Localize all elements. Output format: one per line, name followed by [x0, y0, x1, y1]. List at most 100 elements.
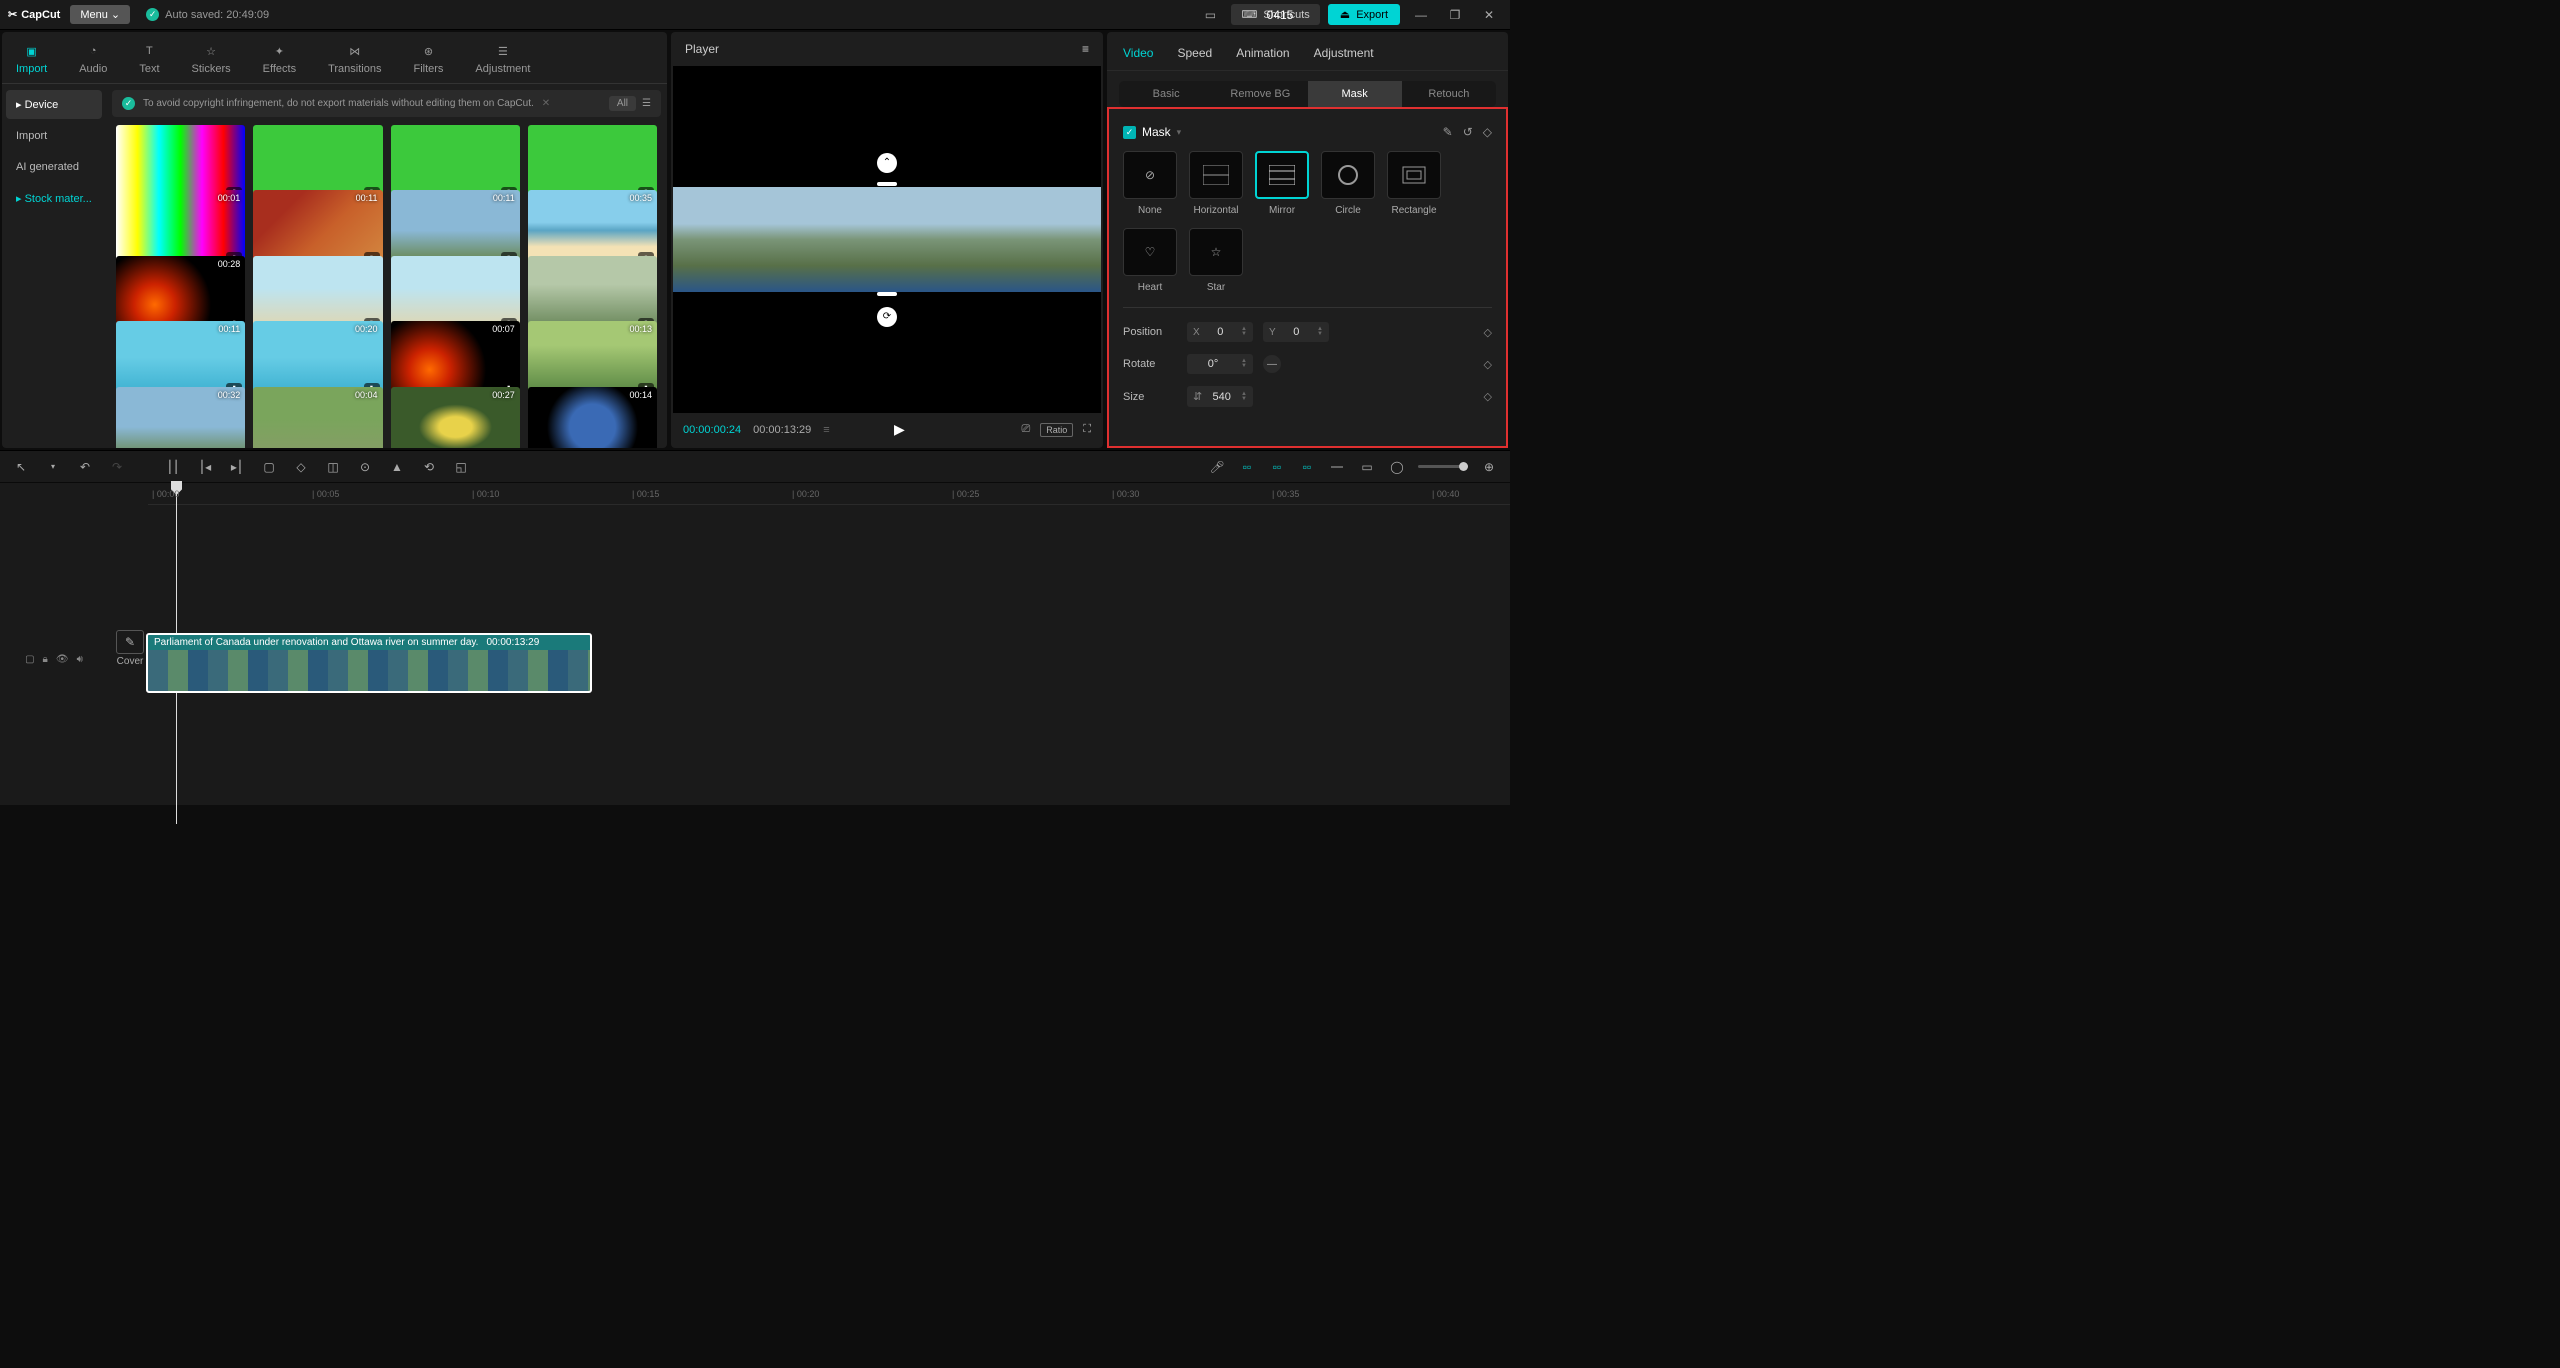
media-duration: 00:04 — [355, 390, 378, 400]
menu-button[interactable]: Menu ⌄ — [70, 5, 130, 24]
crop-tool[interactable]: ◫ — [324, 460, 342, 474]
track-visible-icon[interactable]: 👁 — [56, 654, 69, 665]
media-thumbnail[interactable]: 00:04⬇ — [253, 387, 382, 448]
stepper-icon[interactable]: ▲▼ — [1241, 327, 1247, 337]
filter-all-button[interactable]: All — [609, 96, 636, 111]
close-warning-icon[interactable]: ✕ — [542, 98, 550, 109]
mask-star[interactable]: ☆ — [1189, 228, 1243, 276]
media-thumbnail[interactable]: 00:32⬇ — [116, 387, 245, 448]
keyframe-rotate-icon[interactable]: ◇ — [1484, 358, 1492, 371]
undo-button[interactable]: ↶ — [76, 460, 94, 474]
rotate-dial[interactable]: — — [1263, 355, 1281, 373]
mask-mirror[interactable] — [1255, 151, 1309, 199]
tab-adjustment[interactable]: ☰Adjustment — [469, 38, 536, 83]
mask-circle[interactable] — [1321, 151, 1375, 199]
sidebar-item-import[interactable]: Import — [6, 122, 102, 150]
minimize-button[interactable]: — — [1408, 5, 1434, 25]
subtab-basic[interactable]: Basic — [1119, 81, 1213, 107]
subtab-mask[interactable]: Mask — [1308, 81, 1402, 107]
marker-tool[interactable]: ◇ — [292, 460, 310, 474]
close-button[interactable]: ✕ — [1476, 5, 1502, 25]
mask-top-handle[interactable]: ⌃ — [877, 153, 897, 173]
tab-import[interactable]: ▣Import — [10, 38, 53, 83]
media-thumbnail[interactable]: 00:14⬇ — [528, 387, 657, 448]
mic-icon[interactable]: 🎤︎ — [1208, 460, 1226, 474]
filter-icon[interactable]: ☰ — [642, 98, 651, 109]
reverse-tool[interactable]: ⊙ — [356, 460, 374, 474]
redo-button[interactable]: ↷ — [108, 460, 126, 474]
tab-filters[interactable]: ⊛Filters — [407, 38, 449, 83]
video-clip[interactable]: Parliament of Canada under renovation an… — [146, 633, 592, 693]
subtab-removebg[interactable]: Remove BG — [1213, 81, 1307, 107]
preview-icon[interactable]: ▭ — [1358, 460, 1376, 474]
chevron-down-icon[interactable]: ▾ — [1177, 127, 1182, 138]
player-menu-icon[interactable]: ≡ — [1082, 42, 1089, 56]
snap-icon[interactable]: ▫▫ — [1238, 460, 1256, 474]
zoom-fit-icon[interactable]: ⊕ — [1480, 460, 1498, 474]
tab-stickers[interactable]: ☆Stickers — [186, 38, 237, 83]
stepper-icon[interactable]: ▲▼ — [1241, 392, 1247, 402]
mask-heart[interactable]: ♡ — [1123, 228, 1177, 276]
link-icon[interactable]: ▫▫ — [1298, 460, 1316, 474]
sidebar-item-ai[interactable]: AI generated — [6, 153, 102, 181]
play-button[interactable]: ▶ — [894, 421, 905, 438]
player-viewport[interactable]: ⌃ ⟳ — [673, 66, 1101, 413]
media-thumbnail[interactable]: 00:27⬇ — [391, 387, 520, 448]
tab-speed[interactable]: Speed — [1177, 46, 1212, 60]
tab-adjustment-inspector[interactable]: Adjustment — [1314, 46, 1374, 60]
pointer-tool[interactable]: ↖ — [12, 460, 30, 474]
keyframe-position-icon[interactable]: ◇ — [1484, 326, 1492, 339]
dropdown-icon[interactable]: ▾ — [44, 462, 62, 471]
reset-mask-icon[interactable]: ↺ — [1463, 125, 1473, 139]
track-mute-icon[interactable]: 🔊︎ — [77, 654, 83, 665]
cover-button[interactable]: ✎ — [116, 630, 144, 654]
mask-none[interactable]: ⊘ — [1123, 151, 1177, 199]
magnet-icon[interactable]: ▫▫ — [1268, 460, 1286, 474]
split-tool[interactable]: ⎮⎮ — [164, 460, 182, 474]
split-left-tool[interactable]: ⎮◂ — [196, 460, 214, 474]
subtab-retouch[interactable]: Retouch — [1402, 81, 1496, 107]
export-button[interactable]: ⏏ Export — [1328, 4, 1400, 25]
freeze-tool[interactable]: ◱ — [452, 460, 470, 474]
fullscreen-icon[interactable]: ⛶ — [1083, 423, 1091, 436]
tab-audio[interactable]: ◔Audio — [73, 38, 113, 83]
mask-horizontal[interactable] — [1189, 151, 1243, 199]
tab-text[interactable]: TText — [133, 38, 165, 83]
stepper-icon[interactable]: ▲▼ — [1241, 359, 1247, 369]
rotate-input[interactable]: 0°▲▼ — [1187, 354, 1253, 374]
mask-rotate-handle[interactable]: ⟳ — [877, 307, 897, 327]
split-right-tool[interactable]: ▸⎮ — [228, 460, 246, 474]
zoom-slider[interactable] — [1418, 465, 1468, 468]
zoom-out-icon[interactable]: ◯ — [1388, 460, 1406, 474]
keyframe-mask-icon[interactable]: ◇ — [1483, 125, 1492, 139]
compare-icon[interactable]: ⎚ — [1021, 423, 1030, 436]
tab-video[interactable]: Video — [1123, 46, 1153, 60]
timeline-ruler[interactable]: | 00:00| 00:05| 00:10| 00:15| 00:20| 00:… — [148, 483, 1510, 505]
mask-top-line[interactable] — [877, 182, 897, 186]
edit-mask-icon[interactable]: ✎ — [1443, 125, 1453, 139]
mask-bottom-line[interactable] — [877, 292, 897, 296]
tab-animation[interactable]: Animation — [1236, 46, 1289, 60]
tab-transitions[interactable]: ⋈Transitions — [322, 38, 387, 83]
delete-tool[interactable]: ▢ — [260, 460, 278, 474]
keyframe-size-icon[interactable]: ◇ — [1484, 390, 1492, 403]
layout-button[interactable]: ▭ — [1197, 5, 1223, 25]
tab-effects[interactable]: ✦Effects — [257, 38, 302, 83]
track-settings-icon[interactable]: ▢ — [25, 654, 34, 665]
position-x-input[interactable]: X0▲▼ — [1187, 322, 1253, 342]
track-lock-icon[interactable]: 🔒︎ — [43, 654, 48, 665]
position-y-input[interactable]: Y0▲▼ — [1263, 322, 1329, 342]
align-icon[interactable]: ⎯⎯ — [1328, 459, 1346, 474]
mask-rectangle[interactable] — [1387, 151, 1441, 199]
sidebar-item-stock[interactable]: ▸ Stock mater... — [6, 184, 102, 213]
mirror-tool[interactable]: ▲ — [388, 460, 406, 474]
stepper-icon[interactable]: ▲▼ — [1317, 327, 1323, 337]
rotate-tool[interactable]: ⟲ — [420, 460, 438, 474]
maximize-button[interactable]: ❐ — [1442, 5, 1468, 25]
mask-checkbox[interactable]: ✓ — [1123, 126, 1136, 139]
timeline-tracks[interactable]: Parliament of Canada under renovation an… — [144, 505, 1510, 805]
ratio-button[interactable]: Ratio — [1040, 423, 1073, 437]
size-input[interactable]: ⇵540▲▼ — [1187, 386, 1253, 407]
list-icon[interactable]: ≡ — [823, 424, 829, 436]
sidebar-item-device[interactable]: ▸ Device — [6, 90, 102, 119]
